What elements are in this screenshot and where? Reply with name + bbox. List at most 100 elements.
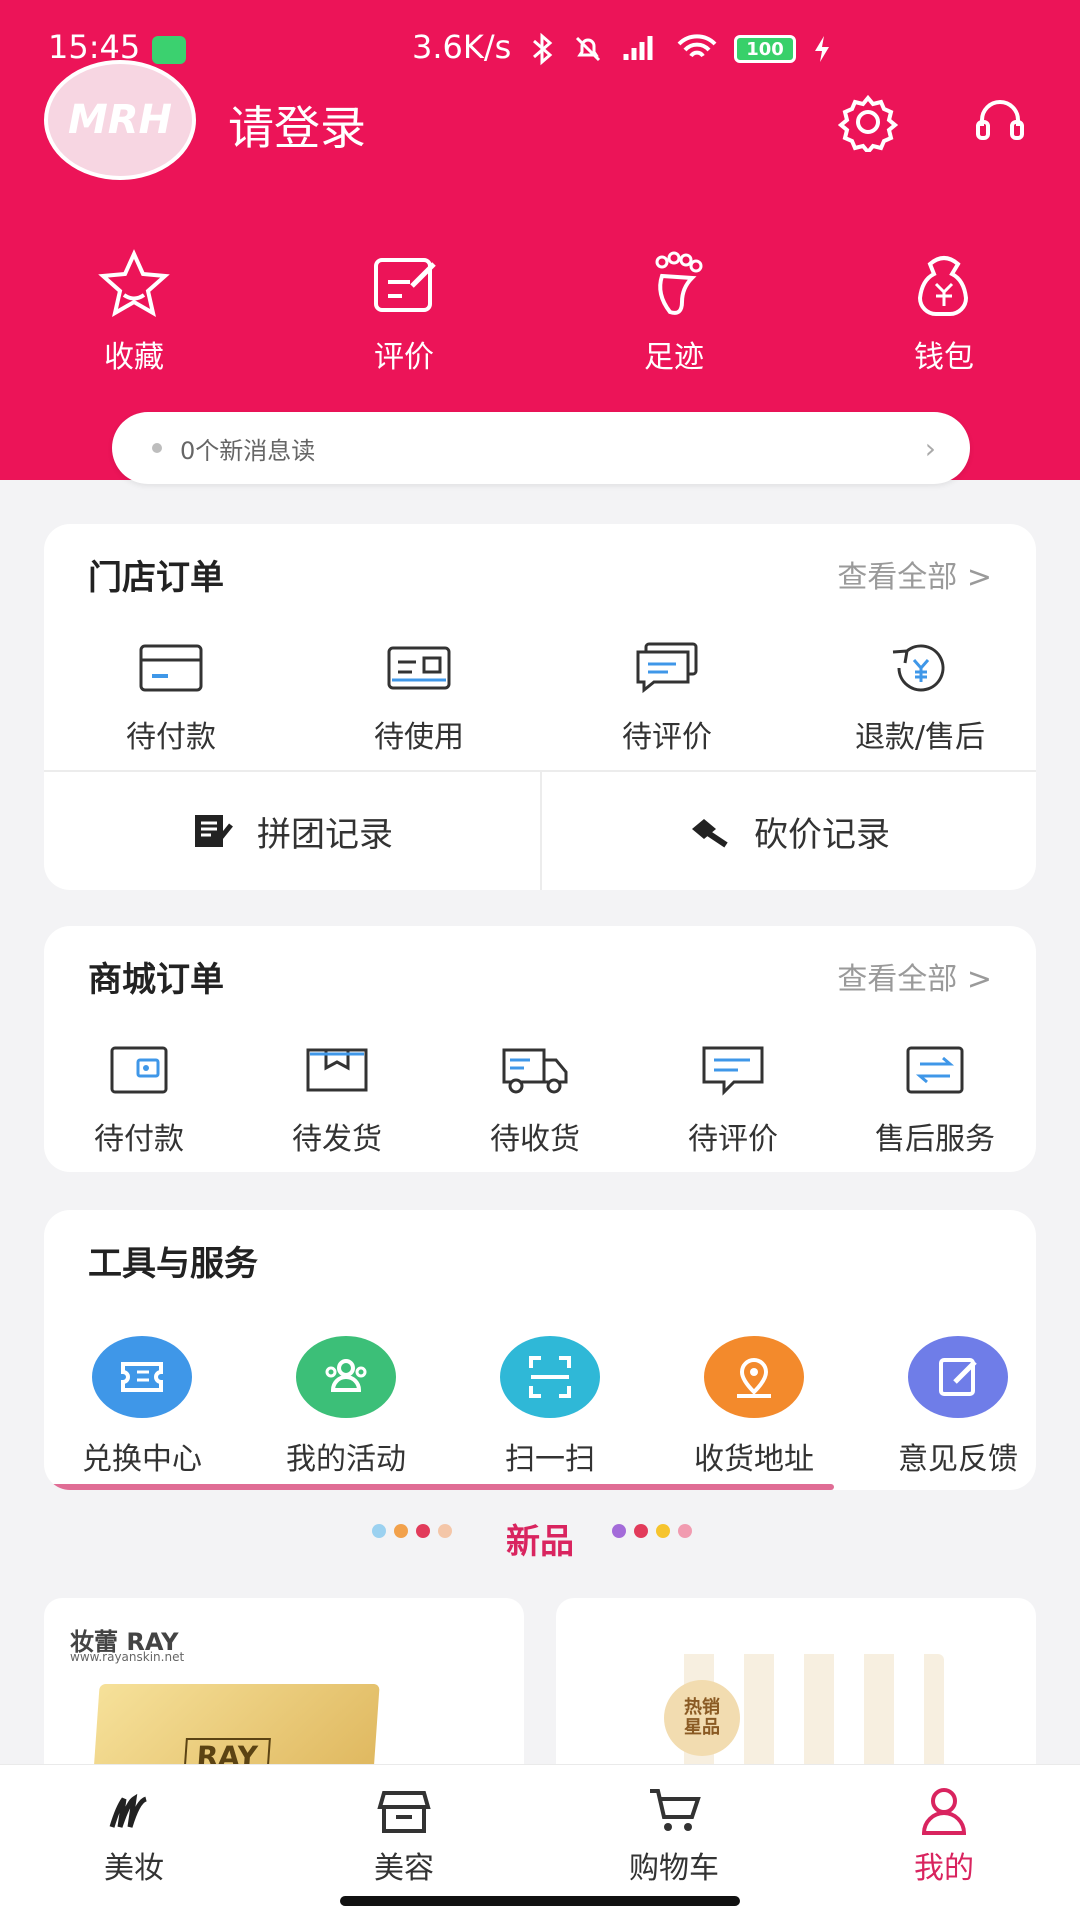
quick-reviews-label: 评价 — [374, 340, 434, 375]
right-decoration-icon — [612, 1524, 692, 1538]
mall-pending-payment-label: 待付款 — [94, 1122, 184, 1157]
store-pending-use[interactable]: 待使用 — [334, 640, 504, 756]
group-buy-records-button[interactable]: 拼团记录 — [44, 772, 540, 890]
tool-scan[interactable]: 扫一扫 — [460, 1336, 640, 1478]
ticket-icon — [387, 646, 451, 690]
store-pending-review-label: 待评价 — [622, 720, 712, 755]
mall-after-sales[interactable]: 售后服务 — [850, 1042, 1020, 1158]
store-refund-label: 退款/售后 — [854, 720, 986, 755]
mall-orders-title: 商城订单 — [88, 960, 224, 1000]
mall-orders-card: 商城订单 查看全部 > 待付款 待发货 待收货 待评价 售后服务 — [44, 926, 1036, 1172]
tool-redeem-center[interactable]: 兑换中心 — [52, 1336, 232, 1478]
status-bar: 15:45 3.6K/s 100 — [0, 28, 1080, 76]
system-icons: 100 — [530, 32, 832, 66]
tab-makeup-label: 美妆 — [104, 1851, 164, 1886]
edit-icon — [939, 1358, 977, 1396]
tab-cart-label: 购物车 — [629, 1851, 719, 1886]
mall-pending-review-label: 待评价 — [688, 1122, 778, 1157]
quick-wallet[interactable]: 钱包 — [874, 246, 1014, 376]
login-link[interactable]: 请登录 — [228, 92, 366, 158]
group-buy-icon — [195, 815, 233, 847]
store-icon — [377, 1791, 431, 1833]
quick-footprints-label: 足迹 — [644, 340, 704, 375]
star-icon — [98, 249, 170, 318]
users-icon — [325, 1359, 367, 1392]
card-icon — [139, 644, 203, 692]
store-records-row: 拼团记录 砍价记录 — [44, 770, 1036, 890]
message-notice[interactable]: 0个新消息读 › — [112, 412, 970, 484]
signal-icon — [623, 36, 653, 60]
tab-mine-label: 我的 — [914, 1851, 974, 1886]
home-indicator[interactable] — [340, 1896, 740, 1906]
mute-icon — [575, 36, 601, 62]
tab-cart[interactable]: 购物车 — [604, 1783, 744, 1887]
mall-after-sales-label: 售后服务 — [875, 1122, 995, 1157]
scan-circle — [500, 1336, 600, 1418]
tool-redeem-label: 兑换中心 — [82, 1442, 202, 1477]
battery-indicator: 100 — [734, 35, 796, 63]
settings-icon[interactable] — [838, 92, 898, 152]
bargain-records-button[interactable]: 砍价记录 — [540, 772, 1036, 890]
activities-circle — [296, 1336, 396, 1418]
notice-dot — [152, 443, 162, 453]
exchange-icon — [906, 1046, 964, 1094]
wifi-icon — [677, 34, 717, 58]
tool-scan-label: 扫一扫 — [505, 1442, 595, 1477]
mall-pending-shipment-label: 待发货 — [292, 1122, 382, 1157]
tab-mine[interactable]: 我的 — [874, 1783, 1014, 1887]
bargain-label: 砍价记录 — [754, 814, 890, 855]
wallet-box-icon — [110, 1046, 168, 1094]
tool-activities-label: 我的活动 — [286, 1442, 406, 1477]
customer-service-icon[interactable] — [970, 92, 1030, 152]
tab-beauty[interactable]: 美容 — [334, 1783, 474, 1887]
tool-my-activities[interactable]: 我的活动 — [256, 1336, 436, 1478]
hot-badge: 热销 星品 — [664, 1680, 740, 1756]
footprint-icon — [655, 251, 703, 315]
store-pending-payment-label: 待付款 — [126, 720, 216, 755]
charging-icon — [815, 36, 829, 62]
mall-orders-view-all[interactable]: 查看全部 > — [837, 954, 992, 998]
store-orders-title: 门店订单 — [88, 558, 224, 598]
mall-pending-receipt[interactable]: 待收货 — [460, 1042, 610, 1158]
tool-feedback[interactable]: 意见反馈 — [868, 1336, 1036, 1478]
quick-reviews[interactable]: 评价 — [334, 246, 474, 376]
truck-icon — [502, 1048, 568, 1094]
quick-wallet-label: 钱包 — [914, 340, 974, 375]
scan-icon — [529, 1356, 571, 1398]
network-rate: 3.6K/s — [412, 28, 512, 66]
location-icon — [737, 1358, 771, 1398]
chevron-right-icon: › — [924, 431, 936, 465]
edit-icon — [374, 258, 436, 312]
mall-pending-payment[interactable]: 待付款 — [64, 1042, 214, 1158]
left-decoration-icon — [372, 1524, 452, 1538]
quick-favorites-label: 收藏 — [104, 340, 164, 375]
chat-icon — [636, 642, 698, 694]
cart-icon — [650, 1789, 701, 1831]
tools-card: 工具与服务 兑换中心 我的活动 扫一扫 收货地址 意见反馈 — [44, 1210, 1036, 1490]
store-pending-review[interactable]: 待评价 — [582, 640, 752, 756]
wallet-icon — [917, 256, 969, 316]
store-pending-payment[interactable]: 待付款 — [86, 640, 256, 756]
store-orders-view-all[interactable]: 查看全部 > — [837, 552, 992, 596]
tab-makeup[interactable]: 美妆 — [64, 1783, 204, 1887]
quick-favorites[interactable]: 收藏 — [64, 246, 204, 376]
store-refund[interactable]: 退款/售后 — [830, 640, 1010, 756]
tool-feedback-label: 意见反馈 — [898, 1442, 1018, 1477]
tab-beauty-label: 美容 — [374, 1851, 434, 1886]
app-notification-icon — [152, 36, 186, 64]
product-brand-url: www.rayanskin.net — [70, 1650, 185, 1664]
mall-pending-shipment[interactable]: 待发货 — [262, 1042, 412, 1158]
store-orders-card: 门店订单 查看全部 > 待付款 待使用 待评价 退款/售后 拼团记录 砍价记录 — [44, 524, 1036, 890]
makeup-icon — [109, 1793, 147, 1828]
new-products-title: 新品 — [506, 1522, 574, 1562]
avatar[interactable]: MRH — [44, 60, 196, 180]
new-products-header: 新品 — [0, 1514, 1080, 1563]
tool-shipping-address[interactable]: 收货地址 — [664, 1336, 844, 1478]
feedback-circle — [908, 1336, 1008, 1418]
bluetooth-icon — [533, 32, 553, 66]
mall-pending-receipt-label: 待收货 — [490, 1122, 580, 1157]
quick-footprints[interactable]: 足迹 — [604, 246, 744, 376]
mall-pending-review[interactable]: 待评价 — [658, 1042, 808, 1158]
tools-scrollbar[interactable] — [44, 1484, 834, 1490]
store-pending-use-label: 待使用 — [374, 720, 464, 755]
